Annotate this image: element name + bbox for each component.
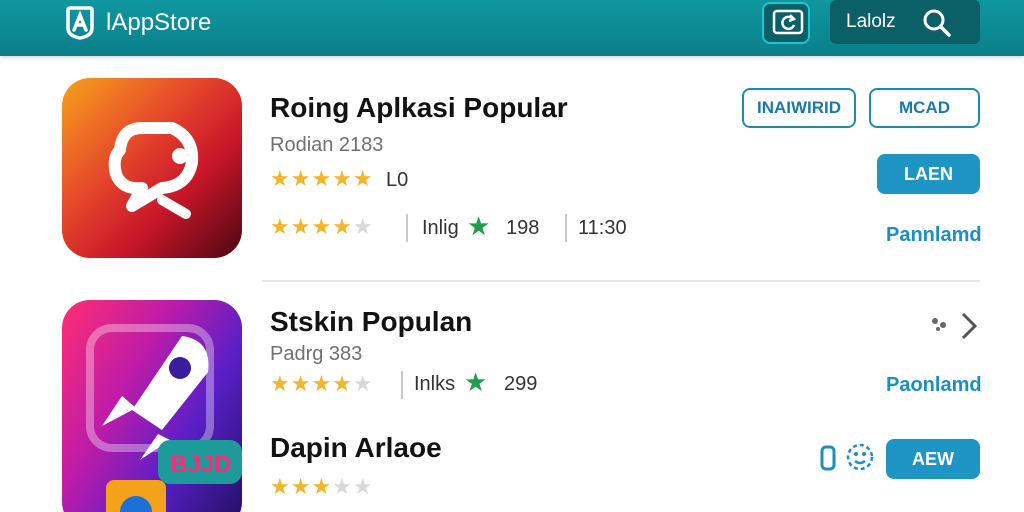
refresh-icon [772, 9, 804, 35]
chevron-right-icon[interactable] [958, 310, 980, 342]
primary-button[interactable]: LAEN [877, 154, 980, 194]
separator [406, 214, 408, 242]
emoji-icon[interactable] [845, 442, 875, 472]
search-box[interactable]: Lalolz [830, 0, 980, 44]
rating-stars: ★★★★★ [270, 166, 374, 191]
rating-stars: ★★★★★ [270, 474, 374, 499]
app-size: 11:30 [578, 217, 627, 239]
app-link[interactable]: Paonlamd [886, 374, 982, 397]
rating-stars: ★★★★★ [270, 371, 374, 396]
app-title[interactable]: Stskin Populan [270, 306, 472, 338]
app-subtitle: Rodian 2183 [270, 134, 384, 156]
share-icon[interactable] [819, 444, 837, 472]
detail-label: Inlks [414, 373, 456, 395]
rating-count: L0 [386, 169, 409, 191]
app-icon[interactable] [62, 78, 242, 258]
outline-button-1[interactable]: INAIWIRID [742, 88, 856, 128]
search-icon[interactable] [922, 8, 952, 38]
more-dots-icon[interactable] [930, 315, 952, 333]
svg-text:BJJD: BJJD [170, 451, 231, 478]
app-title[interactable]: Roing Aplkasi Popular [270, 92, 568, 124]
download-count: 198 [506, 217, 540, 239]
app-icon[interactable]: BJJD [62, 300, 242, 512]
top-bar: lAppStore Lalolz [0, 0, 1024, 56]
separator [401, 371, 403, 399]
divider [262, 280, 980, 282]
app-title[interactable]: Dapin Arlaoe [270, 432, 442, 464]
primary-button[interactable]: AEW [886, 439, 980, 479]
rating-stars-detail: ★★★★★ [270, 214, 374, 239]
green-star-icon: ★ [467, 211, 491, 241]
app-link[interactable]: Pannlamd [886, 224, 982, 247]
app-store-logo-icon[interactable] [62, 6, 98, 40]
separator [565, 214, 567, 242]
chat-bubble-icon [108, 122, 199, 219]
rocket-icon: BJJD [86, 324, 242, 512]
app-subtitle: Padrg 383 [270, 343, 363, 365]
download-count: 299 [504, 373, 538, 395]
outline-button-2[interactable]: MCAD [869, 88, 980, 128]
refresh-button[interactable] [762, 2, 810, 44]
green-star-icon: ★ [464, 367, 488, 397]
brand-name[interactable]: lAppStore [106, 9, 211, 37]
detail-label: Inlig [422, 217, 459, 239]
search-label: Lalolz [846, 11, 896, 32]
